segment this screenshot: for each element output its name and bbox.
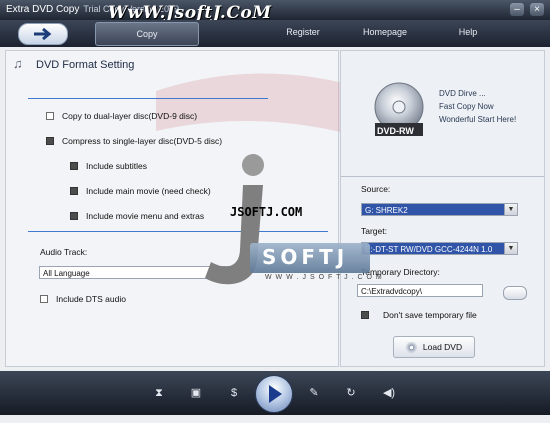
browse-folder-button[interactable] — [503, 286, 527, 300]
target-label: Target: — [361, 226, 387, 236]
tab-copy-label: Copy — [136, 29, 158, 39]
source-label: Source: — [361, 184, 391, 194]
close-button[interactable]: × — [530, 3, 544, 16]
option-label: Don't save temporary file — [383, 310, 477, 320]
load-dvd-label: Load DVD — [422, 342, 463, 352]
source-value: G: SHREK2 — [365, 206, 408, 215]
dollar-icon[interactable]: $ — [225, 384, 243, 402]
option-label: Compress to single-layer disc(DVD-5 disc… — [62, 136, 223, 146]
watermark-site: JSOFTJ.COM — [230, 205, 303, 219]
option-label: Include DTS audio — [56, 294, 126, 304]
option-label: Copy to dual-layer disc(DVD-9 disc) — [62, 111, 198, 121]
audio-track-value: All Language — [43, 269, 90, 278]
promo-line: DVD Dirve ... — [439, 89, 486, 98]
music-note-icon: ♫ — [13, 56, 23, 71]
tab-copy[interactable]: Copy — [95, 22, 199, 46]
target-select[interactable]: E:-DT-ST RW/DVD GCC-4244N 1.0 ▼ — [361, 242, 518, 255]
app-window: Extra DVD Copy Trial Copy Version 2009 Ww… — [0, 0, 550, 423]
chevron-down-icon[interactable]: ▼ — [504, 204, 517, 215]
option-label: Include main movie (need check) — [86, 186, 211, 196]
checkbox[interactable] — [361, 311, 369, 319]
tab-help[interactable]: Help — [435, 27, 501, 37]
option-dont-save-temp[interactable]: Don't save temporary file — [361, 310, 477, 320]
option-include-menu[interactable]: Include movie menu and extras — [70, 211, 204, 221]
playback-bar: ⧗ ▣ $ ✎ ↻ ◀) — [0, 371, 550, 415]
divider — [341, 176, 544, 177]
disc-icon — [405, 341, 417, 353]
panel-title: DVD Format Setting — [36, 59, 135, 71]
source-select[interactable]: G: SHREK2 ▼ — [361, 203, 518, 216]
promo-line: Wonderful Start Here! — [439, 115, 517, 124]
checkbox[interactable] — [46, 137, 54, 145]
watermark-banner-text: SOFTJ — [262, 245, 349, 269]
title-bar: Extra DVD Copy Trial Copy Version 2009 Ww… — [0, 0, 550, 23]
option-single-layer[interactable]: Compress to single-layer disc(DVD-5 disc… — [46, 136, 222, 146]
disc-label: DVD-RW — [377, 126, 414, 136]
option-dual-layer[interactable]: Copy to dual-layer disc(DVD-9 disc) — [46, 111, 197, 121]
checkbox[interactable] — [46, 112, 54, 120]
divider — [28, 231, 328, 232]
wrench-icon[interactable]: ✎ — [305, 384, 323, 402]
checkbox[interactable] — [70, 162, 78, 170]
divider — [28, 98, 268, 99]
app-name: Extra DVD Copy — [6, 4, 80, 15]
promo-text: DVD Dirve ... Fast Copy Now Wonderful St… — [439, 87, 516, 126]
chevron-down-icon[interactable]: ▼ — [504, 243, 517, 254]
play-icon — [269, 385, 282, 403]
tab-homepage[interactable]: Homepage — [352, 27, 418, 37]
option-dts-audio[interactable]: Include DTS audio — [40, 294, 126, 304]
refresh-icon[interactable]: ↻ — [342, 384, 360, 402]
source-target-panel: DVD-RW DVD Dirve ... Fast Copy Now Wonde… — [340, 50, 545, 367]
back-button[interactable] — [18, 23, 68, 45]
start-copy-button[interactable] — [255, 375, 293, 413]
arrow-right-icon — [34, 27, 52, 41]
option-include-subtitles[interactable]: Include subtitles — [70, 161, 147, 171]
checkbox[interactable] — [40, 295, 48, 303]
target-value: E:-DT-ST RW/DVD GCC-4244N 1.0 — [365, 245, 493, 254]
option-include-main-movie[interactable]: Include main movie (need check) — [70, 186, 211, 196]
checkbox[interactable] — [70, 187, 78, 195]
watermark-logo — [205, 154, 264, 285]
option-label: Include movie menu and extras — [86, 211, 205, 221]
promo-line: Fast Copy Now — [439, 102, 494, 111]
tab-register[interactable]: Register — [270, 27, 336, 37]
main-toolbar: Copy Register Homepage Help — [0, 20, 550, 47]
edit-icon[interactable]: ▣ — [187, 384, 205, 402]
hourglass-icon[interactable]: ⧗ — [150, 384, 168, 402]
option-label: Include subtitles — [86, 161, 147, 171]
watermark-banner: SOFTJ — [250, 243, 370, 273]
temp-dir-field[interactable]: C:\Extradvdcopy\ — [357, 284, 483, 297]
volume-icon[interactable]: ◀) — [380, 384, 398, 402]
checkbox[interactable] — [70, 212, 78, 220]
audio-track-label: Audio Track: — [40, 247, 88, 257]
minimize-button[interactable]: – — [510, 3, 524, 16]
watermark-url: W W W . J S O F T J . C O M — [265, 274, 383, 281]
load-dvd-button[interactable]: Load DVD — [393, 336, 475, 358]
